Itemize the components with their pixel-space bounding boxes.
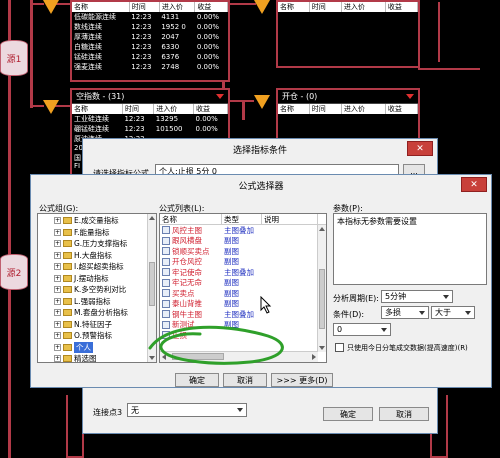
green-annotation-circle	[148, 325, 284, 365]
mouse-cursor-icon	[260, 296, 272, 314]
annotation-overlay	[148, 325, 284, 365]
desktop: 源1 源2 名称 时间 进入价 收益 低碳能源连续 12:23 4131 0.00% 数…	[0, 0, 500, 458]
